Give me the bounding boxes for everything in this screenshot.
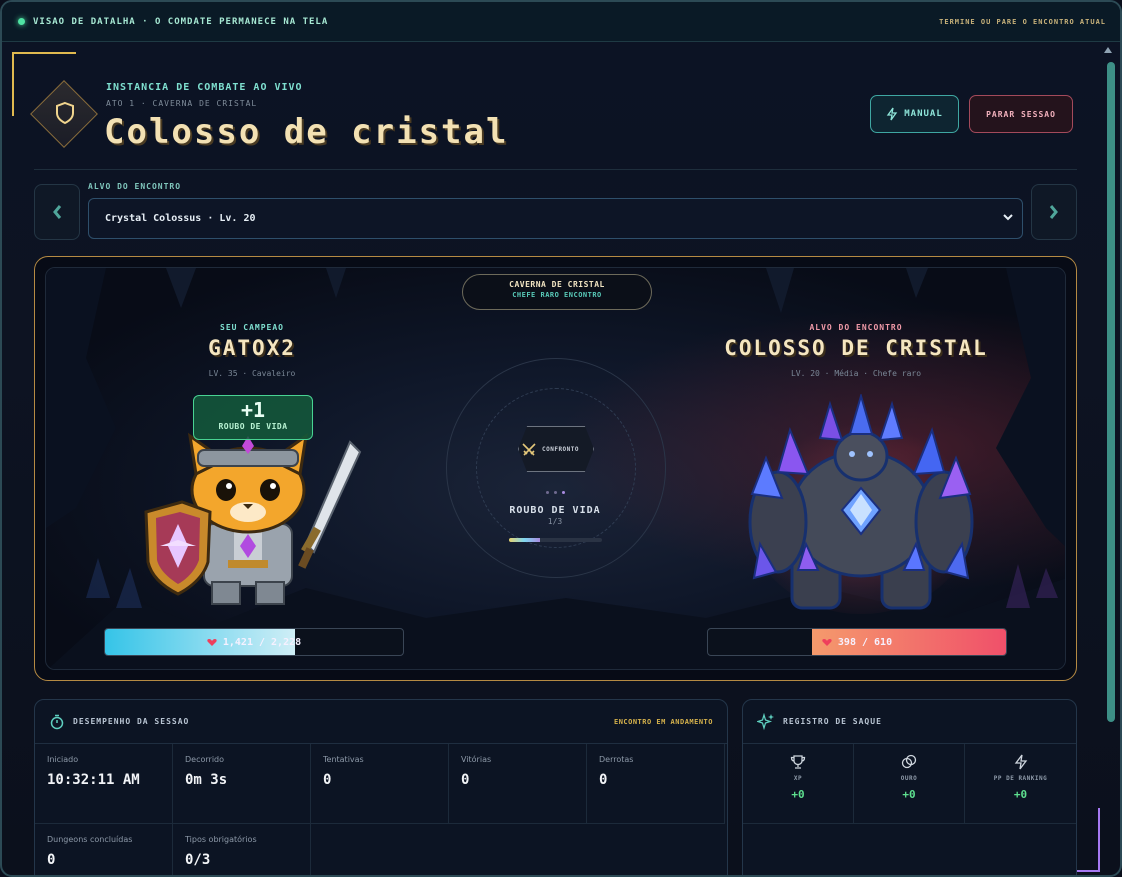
heart-icon xyxy=(822,638,832,646)
stat-value: 10:32:11 AM xyxy=(47,772,140,788)
loot-value: +0 xyxy=(791,788,805,801)
page-title: Colosso de cristal xyxy=(104,112,509,152)
stat-label: Tentativas xyxy=(323,755,364,764)
player-hp-readout: 1,421 / 2,228 xyxy=(105,629,403,655)
action-progress-bar xyxy=(509,538,602,542)
bolt-icon xyxy=(1014,754,1027,770)
location-name: CAVERNA DE CRISTAL xyxy=(509,280,605,289)
scrollbar-thumb[interactable] xyxy=(1107,62,1115,722)
action-name: ROUBO DE VIDA xyxy=(509,505,601,516)
confront-label: CONFRONTO xyxy=(542,446,580,453)
session-status: ENCONTRO EM ANDAMENTO xyxy=(613,717,713,726)
lifesteal-label: ROUBO DE VIDA xyxy=(218,422,288,431)
target-label: ALVO DO ENCONTRO xyxy=(88,182,182,191)
loot-item-ranking: PP DE RANKING +0 xyxy=(965,744,1076,824)
stat-label: Dungeons concluídas xyxy=(47,835,133,844)
stat-required-types: Tipos obrigatórios 0/3 xyxy=(173,824,311,875)
player-name: GATOX2 xyxy=(208,336,296,360)
sparkles-icon xyxy=(757,712,774,730)
header-divider xyxy=(34,169,1077,170)
crossed-swords-icon xyxy=(522,443,536,456)
loot-panel-header: REGISTRO DE SAQUE xyxy=(743,700,1076,744)
player-meta: LV. 35 · Cavaleiro xyxy=(208,369,296,378)
player-sprite xyxy=(144,432,362,605)
loot-panel: REGISTRO DE SAQUE XP +0 OURO +0 PP DE RA… xyxy=(742,699,1077,875)
loot-item-xp: XP +0 xyxy=(743,744,854,824)
stat-wins: Vitórias 0 xyxy=(449,744,587,824)
loot-item-gold: OURO +0 xyxy=(854,744,965,824)
header-subtitle: ATO 1 · CAVERNA DE CRISTAL xyxy=(106,99,258,108)
scroll-up-arrow[interactable] xyxy=(1104,47,1112,53)
lifesteal-popup: +1 ROUBO DE VIDA xyxy=(193,395,313,440)
chevron-right-icon xyxy=(1049,205,1058,219)
stat-attempts: Tentativas 0 xyxy=(311,744,449,824)
loot-value: +0 xyxy=(902,788,916,801)
enemy-side-label: ALVO DO ENCONTRO xyxy=(809,323,903,332)
loot-label: XP xyxy=(793,775,803,782)
enemy-hp-readout: 398 / 610 xyxy=(708,629,1006,655)
player-side-label: SEU CAMPEAO xyxy=(220,323,284,332)
session-panel: DESEMPENHO DA SESSAO ENCONTRO EM ANDAMEN… xyxy=(34,699,728,875)
shield-icon xyxy=(56,101,74,125)
stat-losses: Derrotas 0 xyxy=(587,744,725,824)
stat-label: Decorrido xyxy=(185,755,225,764)
lifesteal-value: +1 xyxy=(240,398,266,422)
enemy-sprite xyxy=(746,394,976,614)
stat-label: Iniciado xyxy=(47,755,79,764)
banner-hint: TERMINE OU PARE O ENCONTRO ATUAL xyxy=(939,17,1106,26)
stat-value: 0 xyxy=(599,772,608,788)
coins-icon xyxy=(901,754,917,769)
session-title: DESEMPENHO DA SESSAO xyxy=(73,717,190,726)
stat-started: Iniciado 10:32:11 AM xyxy=(35,744,173,824)
stat-value: 0 xyxy=(461,772,470,788)
stat-value: 0/3 xyxy=(185,852,211,868)
trophy-icon xyxy=(790,755,806,769)
banner-text: VISAO DE DATALHA · O COMDATE PERMANECE N… xyxy=(33,16,329,27)
next-target-button[interactable] xyxy=(1031,184,1077,240)
stat-label: Vitórias xyxy=(461,755,492,764)
loot-label: PP DE RANKING xyxy=(993,775,1048,782)
action-progress-fill xyxy=(509,538,540,542)
chevron-down-icon xyxy=(1003,214,1013,221)
stat-value: 0 xyxy=(47,852,56,868)
bolt-icon xyxy=(886,107,898,121)
loot-label: OURO xyxy=(900,775,918,782)
stat-value: 0m 3s xyxy=(185,772,228,788)
stop-session-button[interactable]: PARAR SESSAO xyxy=(969,95,1073,133)
header-eyebrow: INSTANCIA DE COMBATE AO VIVO xyxy=(106,82,303,93)
enemy-hp-bar: 398 / 610 xyxy=(707,628,1007,656)
stat-dungeons: Dungeons concluídas 0 xyxy=(35,824,173,875)
loot-value: +0 xyxy=(1013,788,1028,801)
stop-button-label: PARAR SESSAO xyxy=(986,109,1056,119)
enemy-meta: LV. 20 · Média · Chefe raro xyxy=(790,369,922,378)
stopwatch-icon xyxy=(50,714,64,729)
manual-button-label: MANUAL xyxy=(904,109,943,119)
action-count: 1/3 xyxy=(547,517,563,526)
stat-elapsed: Decorrido 0m 3s xyxy=(173,744,311,824)
session-panel-header: DESEMPENHO DA SESSAO ENCONTRO EM ANDAMEN… xyxy=(35,700,727,744)
round-dots xyxy=(546,491,565,494)
player-hp-text: 1,421 / 2,228 xyxy=(222,636,302,648)
target-select[interactable]: Crystal Colossus · Lv. 20 xyxy=(88,198,1023,239)
previous-target-button[interactable] xyxy=(34,184,80,240)
enemy-name: COLOSSO DE CRISTAL xyxy=(724,336,988,360)
heart-icon xyxy=(207,638,217,646)
location-pill: CAVERNA DE CRISTAL CHEFE RARO ENCONTRO xyxy=(462,274,652,310)
loot-title: REGISTRO DE SAQUE xyxy=(783,717,882,726)
player-hp-bar: 1,421 / 2,228 xyxy=(104,628,404,656)
enemy-hp-text: 398 / 610 xyxy=(837,636,893,648)
target-selected-value: Crystal Colossus · Lv. 20 xyxy=(105,213,256,224)
stat-value: 0 xyxy=(323,772,332,788)
stat-label: Tipos obrigatórios xyxy=(185,835,257,844)
game-window: VISAO DE DATALHA · O COMDATE PERMANECE N… xyxy=(0,0,1122,877)
encounter-type: CHEFE RARO ENCONTRO xyxy=(512,291,602,299)
stat-label: Derrotas xyxy=(599,755,634,764)
chevron-left-icon xyxy=(53,205,62,219)
status-dot xyxy=(18,18,25,25)
manual-button[interactable]: MANUAL xyxy=(870,95,959,133)
top-banner: VISAO DE DATALHA · O COMDATE PERMANECE N… xyxy=(2,2,1120,42)
